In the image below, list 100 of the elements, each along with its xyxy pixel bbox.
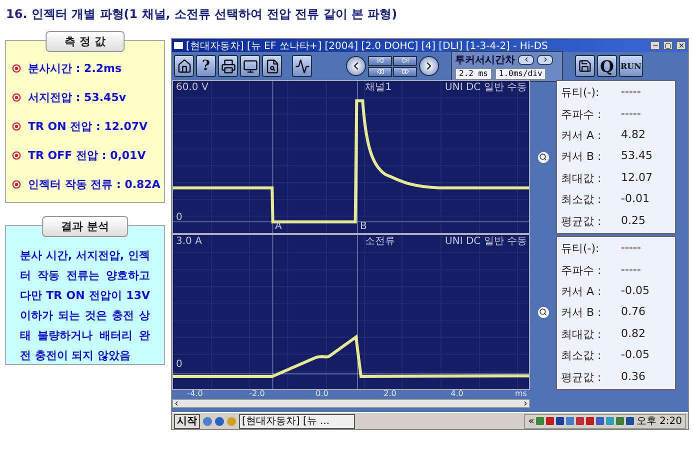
channel-label: 채널1: [365, 83, 392, 93]
monitor-button[interactable]: [240, 55, 260, 77]
rewind-button[interactable]: [368, 66, 392, 76]
cursor-label: B: [360, 222, 367, 232]
close-button[interactable]: [676, 41, 686, 50]
axis-tick-label: 2.0: [384, 389, 396, 398]
skip-forward-button[interactable]: [393, 56, 417, 66]
channel-label: 소전류: [365, 237, 396, 247]
chevron-left-icon: [522, 56, 530, 63]
zoom-icon[interactable]: [538, 306, 548, 318]
axis-unit-label: ms: [515, 389, 527, 398]
readout-value: -----: [621, 241, 641, 256]
scale-label: 60.0 V: [176, 83, 208, 93]
readout-label: 듀티(-):: [561, 241, 600, 256]
readout-label: 최대값 :: [561, 326, 602, 342]
start-button[interactable]: 시작: [174, 414, 200, 428]
maximize-icon: [665, 42, 671, 48]
help-button[interactable]: ?: [196, 55, 216, 77]
minimize-button[interactable]: [650, 41, 660, 50]
readout-label: 듀티(-):: [561, 85, 600, 100]
readout-label: 최대값 :: [561, 170, 602, 186]
measurement-text: TR OFF 전압 : 0,01V: [28, 148, 146, 163]
waveform-icon: [294, 58, 310, 74]
cursor-label: A: [275, 222, 282, 232]
readout-label: 커서 B :: [561, 305, 602, 320]
measurement-text: 분사시간 : 2.2ms: [28, 61, 122, 76]
clock-time: 오후 2:20: [636, 415, 682, 428]
readout-value: 53.45: [621, 149, 652, 164]
print-button[interactable]: [218, 55, 238, 77]
readout-label: 평균값 :: [561, 370, 602, 385]
file-search-icon: [264, 58, 280, 74]
axis-tick-label: -4.0: [187, 389, 203, 398]
previous-button[interactable]: [346, 56, 366, 76]
readout-value: 0.25: [621, 214, 646, 229]
readout-label: 커서 B :: [561, 149, 602, 164]
tray-collapse-button[interactable]: «: [528, 416, 534, 426]
axis-tick-label: 4.0: [450, 389, 464, 398]
readout-label: 최소값 :: [561, 348, 602, 364]
bullet-icon: [12, 151, 21, 160]
file-search-button[interactable]: [262, 55, 282, 77]
skip-back-icon: [376, 57, 384, 64]
mode-label: UNI DC 일반 수동: [445, 237, 527, 247]
waveform-button[interactable]: [292, 55, 312, 77]
maximize-button[interactable]: [663, 41, 673, 50]
page-title: 16. 인젝터 개별 파형(1 채널, 소전류 선택하여 전압 전류 같이 본 파형): [5, 6, 398, 23]
zero-label: 0: [176, 213, 182, 224]
chevron-right-icon: [542, 56, 548, 63]
printer-icon: [220, 58, 236, 74]
bullet-icon: [12, 122, 21, 131]
readout-label: 커서 A :: [561, 284, 602, 300]
axis-tick-label: 0.0: [316, 389, 328, 398]
readout-value: 0.82: [621, 326, 646, 342]
measurement-text: TR ON 전압 : 12.07V: [28, 119, 148, 134]
fast-forward-button[interactable]: [393, 66, 417, 76]
readout-label: 최소값 :: [561, 192, 602, 208]
readout-value: 12.07: [621, 170, 652, 186]
readout-value: 4.82: [621, 128, 646, 144]
taskbar-task[interactable]: [현대자동차] [뉴 ...: [239, 414, 355, 428]
quit-button[interactable]: Q: [597, 55, 617, 77]
zero-label: 0: [176, 360, 182, 370]
monitor-icon: [242, 58, 258, 74]
bullet-icon: [12, 93, 21, 102]
rewind-icon: [376, 68, 384, 75]
window-icon: [174, 42, 183, 49]
cursor-time-label: 투커서시간차: [455, 54, 515, 66]
home-button[interactable]: [174, 55, 194, 77]
zoom-glass-icon: [539, 308, 547, 316]
zoom-icon[interactable]: [538, 152, 548, 162]
readout-value: -0.05: [621, 348, 650, 364]
minimize-icon: [652, 42, 658, 49]
window-title: [현대자동차] [뉴 EF 쏘나타+] [2004] [2.0 DOHC] [4] [DLI] [1-3-4-2] - Hi-DS: [186, 40, 549, 52]
scroll-right-icon: [522, 400, 529, 407]
skip-back-button[interactable]: [368, 56, 392, 66]
bullet-icon: [12, 64, 21, 73]
readout-label: 평균값 :: [561, 214, 602, 229]
left-arrow-button[interactable]: [518, 54, 534, 64]
readout-value: -----: [621, 106, 641, 122]
readout-value: -----: [621, 262, 641, 278]
card-heading: 측 정 값: [46, 31, 124, 52]
fast-forward-icon: [402, 68, 408, 75]
scale-label: 3.0 A: [176, 237, 202, 247]
analysis-paragraph: 분사 시간, 서지전압, 인젝터 작동 전류는 양호하고 다만 TR ON 전압이 13V 이하가 되는 것은 충전 상태 불량하거나 배터리 완전 충전이 되지 않았음: [20, 248, 150, 364]
next-button[interactable]: [419, 56, 439, 76]
zoom-glass-icon: [539, 153, 547, 161]
run-button[interactable]: RUN: [619, 55, 643, 77]
readout-value: -----: [621, 85, 641, 100]
horizontal-scrollbar[interactable]: [172, 399, 530, 408]
measurement-text: 서지전압 : 53.45v: [28, 90, 126, 105]
readout-label: 주파수 :: [561, 262, 602, 278]
right-arrow-button[interactable]: [537, 54, 553, 64]
card-heading: 결과 분석: [42, 216, 128, 237]
scroll-left-icon: [173, 400, 180, 407]
readout-label: 커서 A :: [561, 128, 602, 144]
readout-value: -0.05: [621, 284, 650, 300]
cursor-time-field: 2.2 ms: [455, 68, 492, 80]
mode-label: UNI DC 일반 수동: [445, 83, 527, 93]
save-button[interactable]: [575, 55, 595, 77]
axis-tick-label: -2.0: [249, 389, 265, 398]
house-icon: [176, 58, 192, 74]
measurement-text: 인젝터 작동 전류 : 0.82A: [28, 177, 160, 192]
